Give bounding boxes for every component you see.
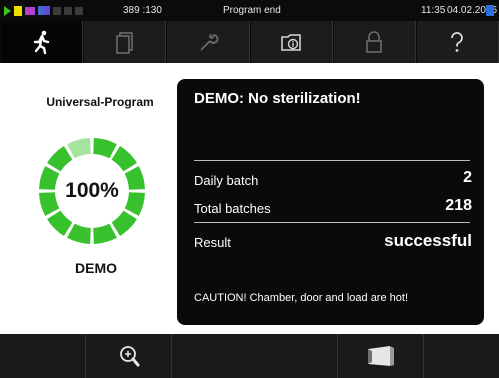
battery-icon [486,5,494,16]
door-button[interactable] [338,334,424,378]
status-time: 11:35 [421,5,446,16]
info-folder-icon [281,34,301,51]
progress-percent: 100% [65,179,119,202]
total-batches-value: 218 [445,197,472,214]
zoom-button[interactable] [86,334,172,378]
info-heading: DEMO: No sterilization! [194,90,361,107]
bottom-toolbar [0,334,499,378]
total-batches-label: Total batches [194,201,271,216]
tab-logs[interactable] [83,21,167,63]
status-bar: 389 :130 Program end 11:35 04.02.2016 [0,0,499,21]
padlock-icon [366,31,383,53]
tab-info[interactable] [249,21,333,63]
bottom-empty-slot [172,334,338,378]
documents-icon [115,32,133,54]
result-value: successful [384,231,472,250]
network-icon [53,6,61,15]
info-panel: DEMO: No sterilization! Daily batch 2 To… [177,79,484,325]
play-icon [4,5,11,16]
sd-card-icon [14,5,22,16]
program-title: Universal-Program [46,95,154,109]
daily-batch-value: 2 [463,169,472,186]
status-message: Program end [223,5,281,16]
tab-maintenance[interactable] [166,21,250,63]
graph-icon [38,6,50,15]
door-icon [367,346,394,366]
bottom-empty-slot [424,334,499,378]
caution-message: CAUTION! Chamber, door and load are hot! [194,292,408,304]
program-mode: DEMO [75,260,117,276]
divider [194,160,470,161]
tab-login[interactable] [332,21,416,63]
daily-batch-label: Daily batch [194,173,259,188]
magnifier-plus-icon [119,346,139,367]
tab-help[interactable] [415,21,499,63]
printer-icon [64,6,72,15]
bottom-empty-slot [0,334,86,378]
usb-icon [75,6,83,15]
running-man-icon [33,30,49,55]
divider [194,222,470,223]
wrench-icon [200,33,219,51]
tab-program[interactable] [0,21,84,63]
main-navigation [0,21,499,63]
help-icon [451,32,464,52]
purple-status-icon [25,6,35,15]
result-label: Result [194,235,231,250]
status-icons [4,5,83,16]
batch-counter: 389 :130 [123,5,162,16]
